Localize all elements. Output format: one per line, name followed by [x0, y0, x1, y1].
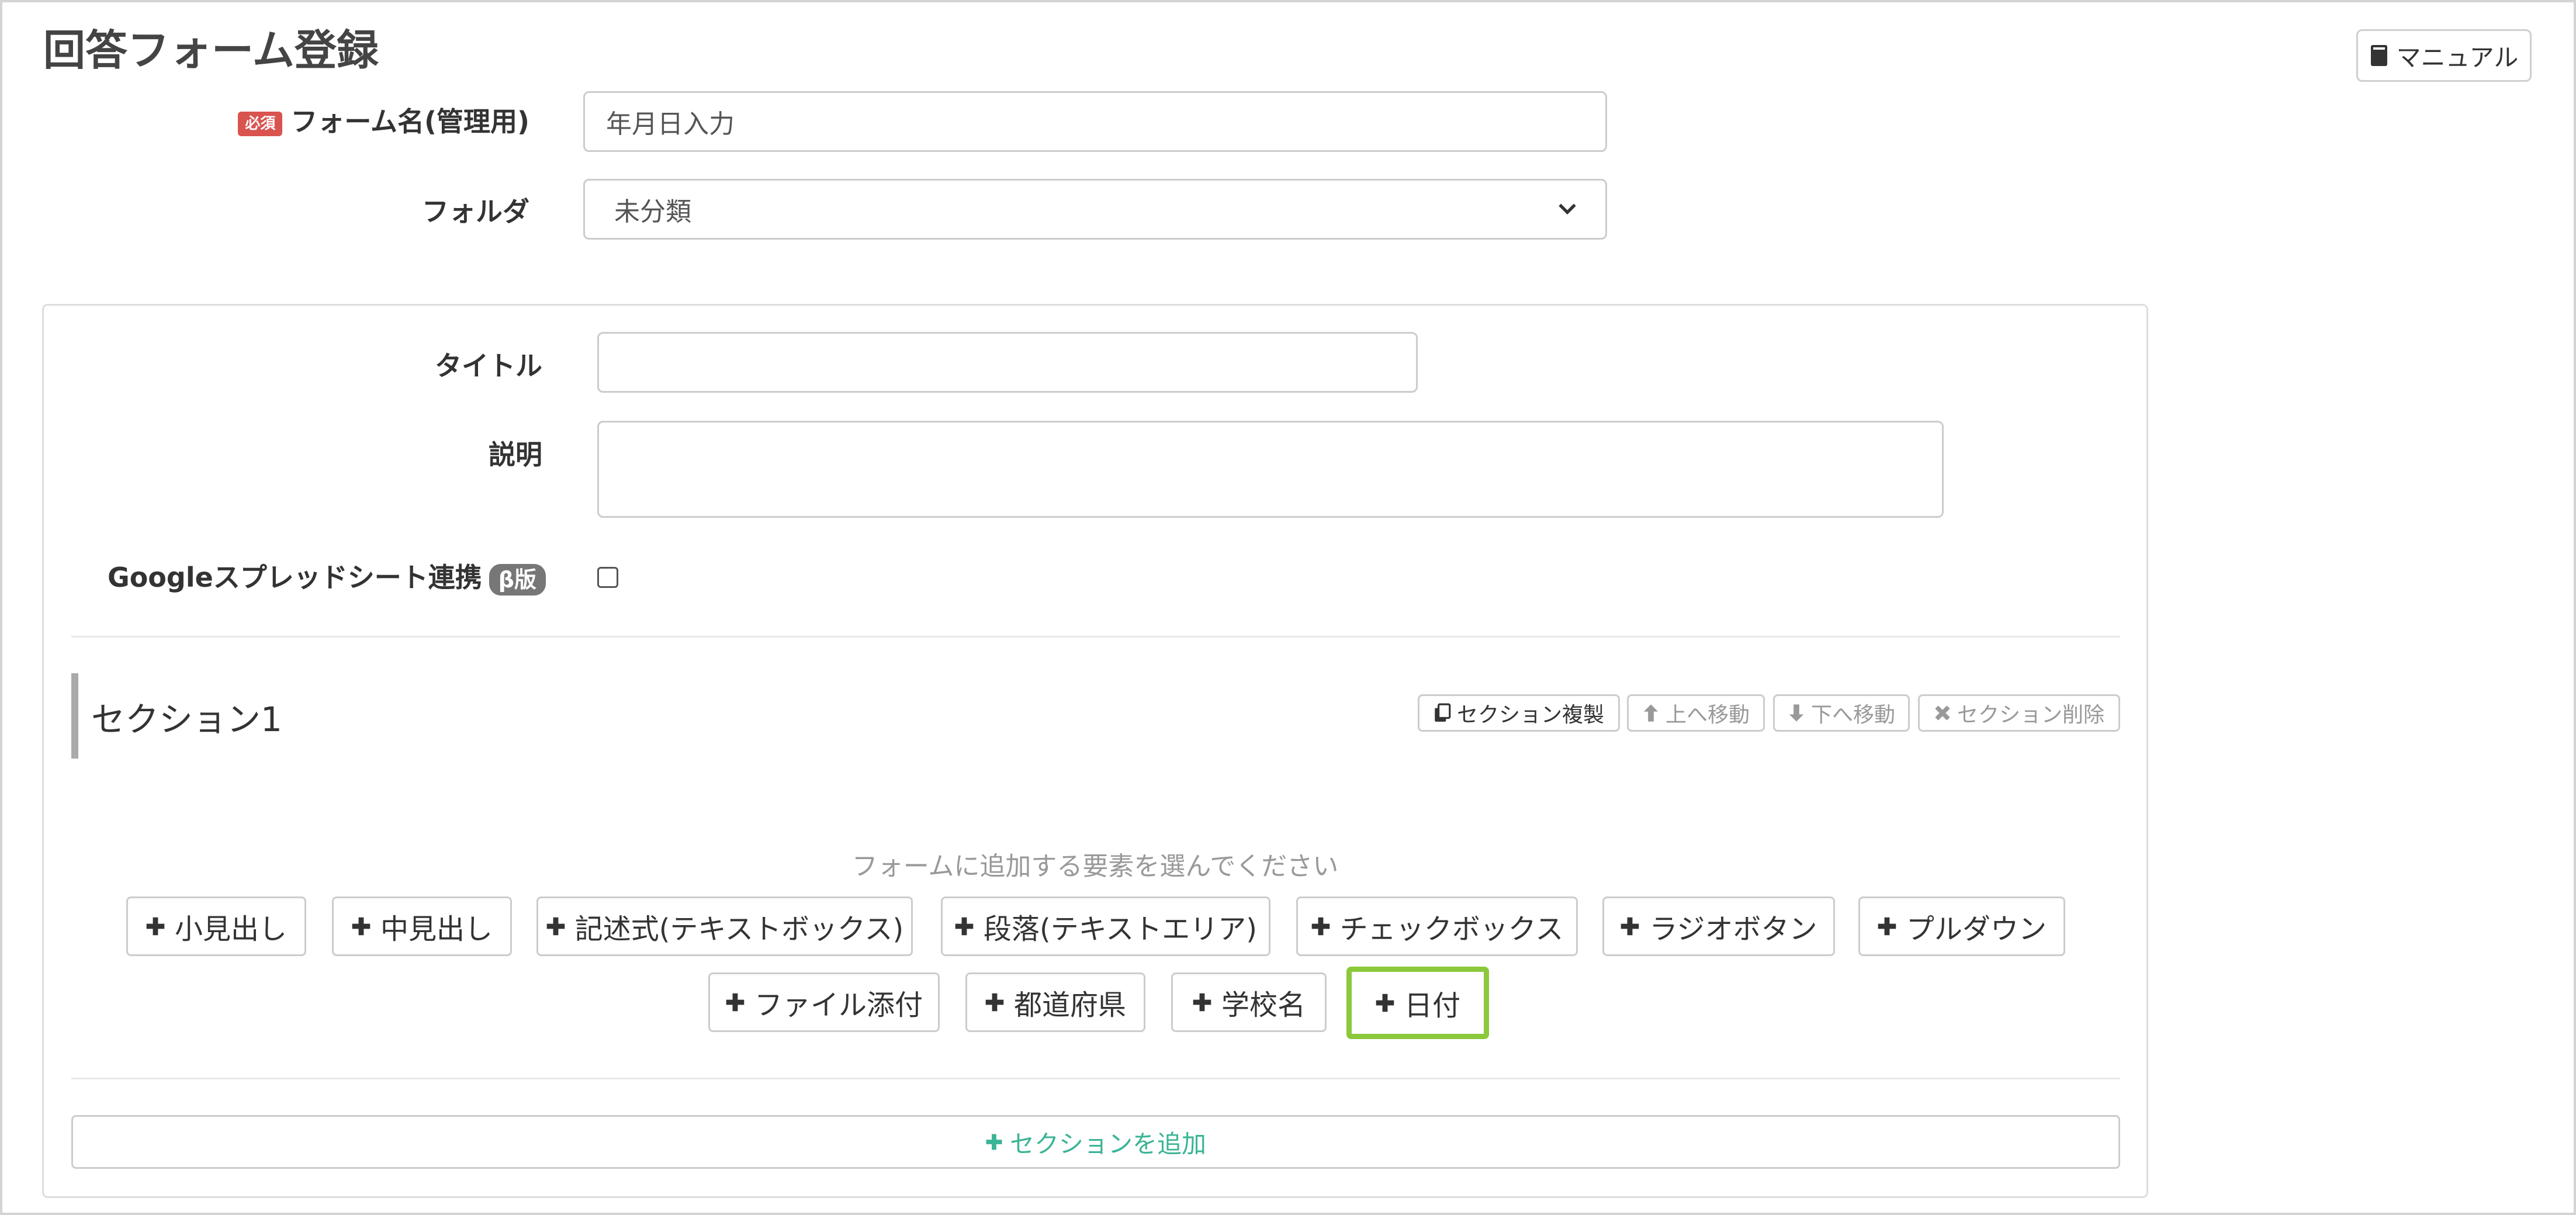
- element-label: 中見出し: [380, 913, 493, 946]
- manual-button[interactable]: マニュアル: [2356, 29, 2532, 82]
- folder-label: フォルダ: [422, 196, 529, 227]
- add-textbox-button[interactable]: 記述式(テキストボックス): [536, 896, 913, 956]
- element-label: 都道府県: [1013, 989, 1126, 1022]
- form-name-input[interactable]: 年月日入力: [583, 91, 1607, 152]
- plus-icon: [146, 916, 165, 936]
- description-label: 説明: [489, 439, 542, 470]
- spreadsheet-label-text: Googleスプレッドシート連携: [107, 562, 482, 593]
- move-down-label: 下へ移動: [1810, 703, 1895, 727]
- plus-icon: [1375, 993, 1395, 1013]
- move-up-label: 上へ移動: [1665, 703, 1750, 727]
- element-label: ラジオボタン: [1649, 913, 1817, 946]
- divider: [71, 636, 2120, 638]
- element-label: 記述式(テキストボックス): [574, 913, 904, 946]
- element-label: ファイル添付: [754, 989, 923, 1022]
- add-element-prompt: フォームに追加する要素を選んでください: [851, 851, 1339, 881]
- form-name-label: 必須 フォーム名(管理用): [119, 101, 529, 139]
- chevron-down-icon: [1559, 203, 1576, 215]
- plus-icon: [1192, 992, 1212, 1012]
- add-section-label: セクションを追加: [1009, 1129, 1206, 1158]
- spreadsheet-checkbox[interactable]: [597, 567, 618, 588]
- title-label: タイトル: [435, 350, 542, 382]
- plus-icon: [546, 916, 566, 936]
- element-label: プルダウン: [1906, 913, 2047, 946]
- duplicate-label: セクション複製: [1456, 703, 1604, 727]
- page-title: 回答フォーム登録: [43, 26, 379, 75]
- form-name-label-text: フォーム名(管理用): [290, 106, 529, 137]
- folder-select[interactable]: 未分類: [583, 179, 1607, 240]
- add-textarea-button[interactable]: 段落(テキストエリア): [941, 896, 1270, 956]
- add-pulldown-button[interactable]: プルダウン: [1858, 896, 2065, 956]
- add-date-button[interactable]: 日付: [1346, 967, 1489, 1039]
- add-heading-small-button[interactable]: 小見出し: [126, 896, 306, 956]
- add-file-button[interactable]: ファイル添付: [708, 972, 940, 1032]
- plus-icon: [1311, 916, 1331, 936]
- plus-icon: [351, 916, 371, 936]
- arrow-up-icon: [1642, 703, 1660, 723]
- title-input[interactable]: [597, 332, 1418, 393]
- duplicate-icon: [1434, 703, 1451, 723]
- element-label: 小見出し: [174, 913, 287, 946]
- element-label: 日付: [1404, 989, 1460, 1022]
- add-section-button[interactable]: セクションを追加: [71, 1115, 2120, 1169]
- element-label: チェックボックス: [1339, 913, 1564, 946]
- plus-icon: [985, 992, 1005, 1012]
- plus-icon: [985, 1133, 1003, 1151]
- add-school-button[interactable]: 学校名: [1171, 972, 1327, 1032]
- form-name-value: 年月日入力: [606, 109, 735, 139]
- plus-icon: [725, 992, 745, 1012]
- plus-icon: [1877, 916, 1897, 936]
- plus-icon: [954, 916, 974, 936]
- delete-section-button[interactable]: セクション削除: [1918, 694, 2120, 732]
- move-up-button[interactable]: 上へ移動: [1627, 694, 1765, 732]
- section-title: セクション1: [91, 700, 282, 739]
- manual-label: マニュアル: [2396, 43, 2519, 72]
- app-frame: 回答フォーム登録 マニュアル 必須 フォーム名(管理用) 年月日入力 フォルダ 未…: [0, 0, 2576, 1215]
- required-badge: 必須: [238, 111, 283, 136]
- close-icon: [1934, 703, 1951, 723]
- duplicate-section-button[interactable]: セクション複製: [1418, 694, 1620, 732]
- beta-badge: β版: [489, 563, 546, 596]
- element-label: 学校名: [1221, 989, 1306, 1022]
- add-heading-medium-button[interactable]: 中見出し: [332, 896, 512, 956]
- description-textarea[interactable]: [597, 421, 1944, 518]
- arrow-down-icon: [1788, 703, 1805, 723]
- book-icon: [2370, 43, 2388, 68]
- add-prefecture-button[interactable]: 都道府県: [965, 972, 1145, 1032]
- move-down-button[interactable]: 下へ移動: [1773, 694, 1910, 732]
- plus-icon: [1620, 916, 1640, 936]
- folder-value: 未分類: [614, 197, 691, 227]
- divider: [71, 1078, 2120, 1079]
- section-accent-bar: [71, 673, 78, 759]
- delete-label: セクション削除: [1957, 703, 2104, 727]
- spreadsheet-label: Googleスプレッドシート連携 β版: [90, 556, 546, 596]
- add-radio-button[interactable]: ラジオボタン: [1602, 896, 1835, 956]
- add-checkbox-button[interactable]: チェックボックス: [1296, 896, 1578, 956]
- element-label: 段落(テキストエリア): [983, 913, 1257, 946]
